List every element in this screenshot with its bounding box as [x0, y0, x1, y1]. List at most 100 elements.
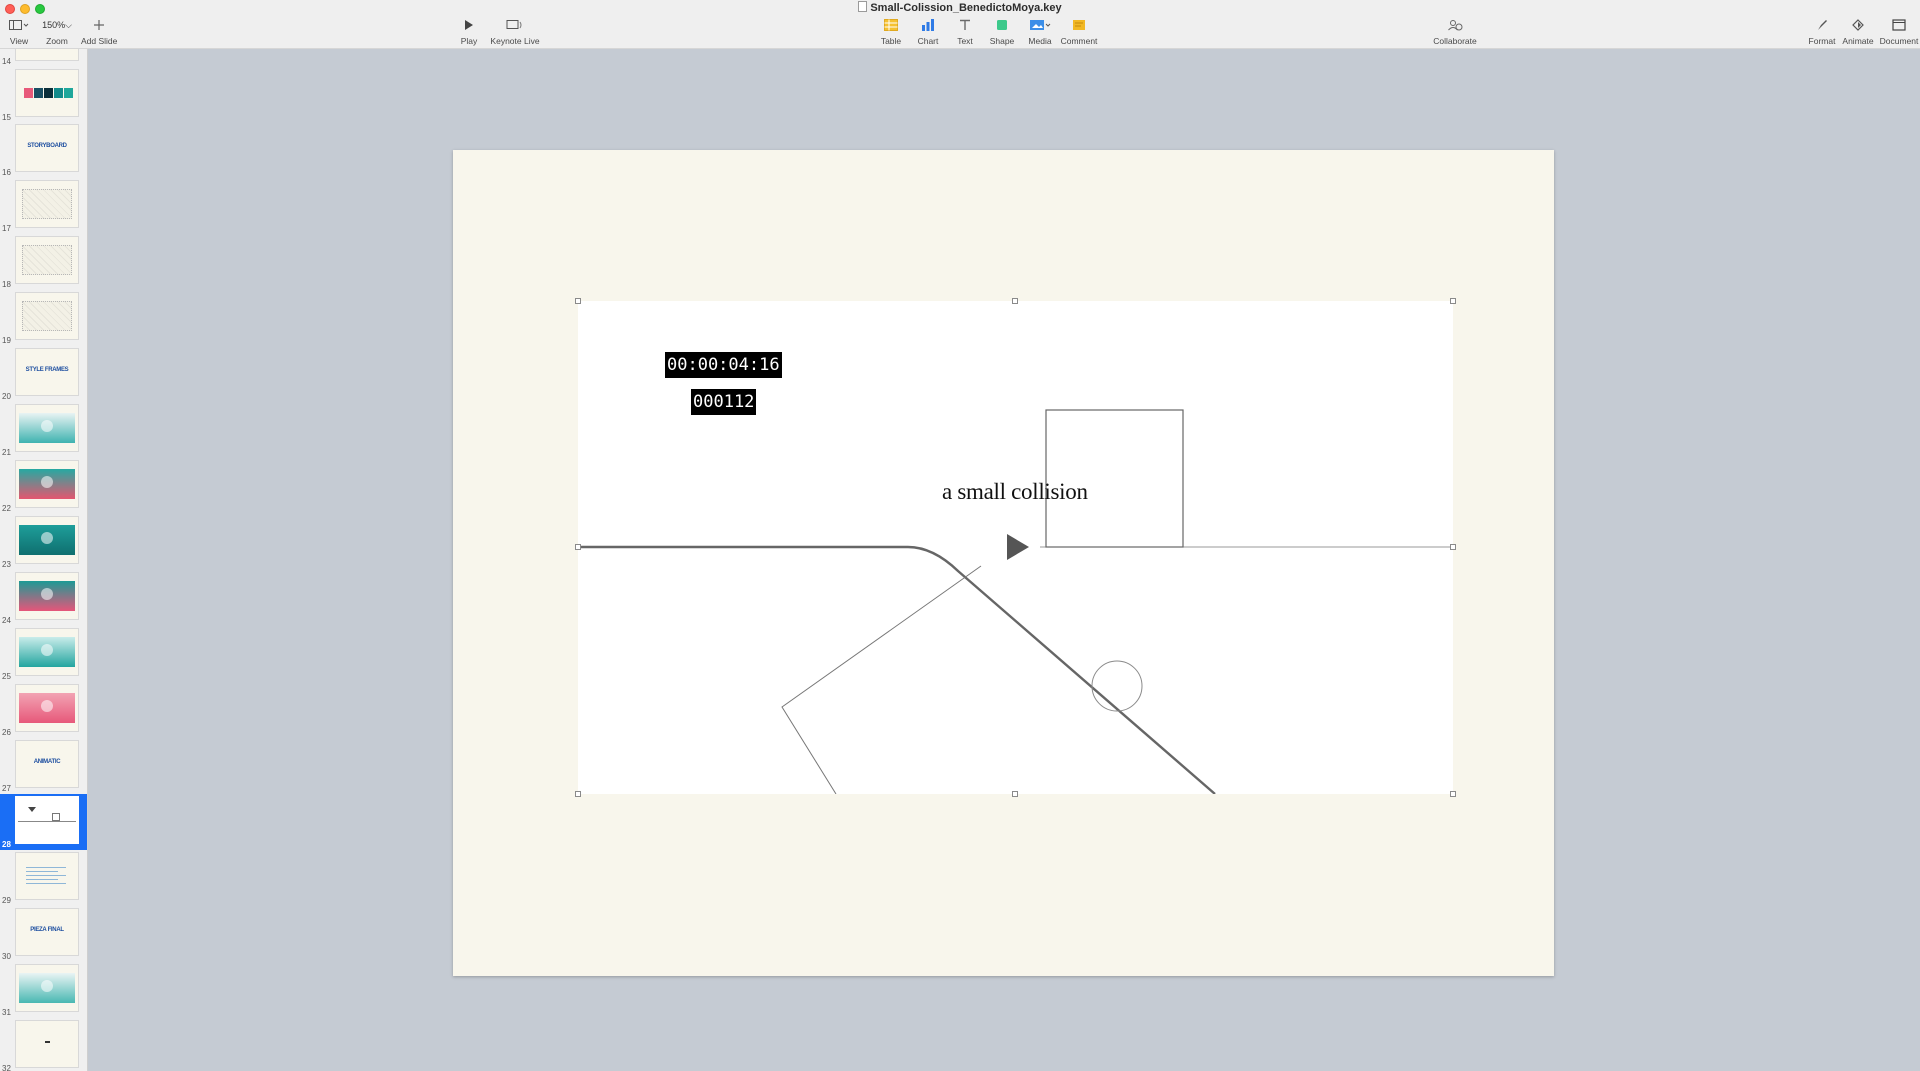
text-line	[26, 875, 66, 876]
slide-thumbnail-31[interactable]: 31	[0, 962, 87, 1018]
slide-number: 15	[2, 113, 11, 122]
slide-number: 24	[2, 616, 11, 625]
slide-thumbnail-19[interactable]: 19	[0, 290, 87, 346]
color-swatch	[24, 88, 33, 98]
sketch-image	[22, 245, 72, 275]
resize-handle-bottom-left[interactable]	[575, 791, 581, 797]
slide-number: 27	[2, 784, 11, 793]
slide-thumbnail-17[interactable]: 17	[0, 178, 87, 234]
slide-preview	[15, 236, 79, 284]
play-triangle-icon	[1007, 534, 1029, 560]
angled-line	[781, 565, 982, 794]
scene-image	[19, 525, 75, 555]
resize-handle-bottom[interactable]	[1012, 791, 1018, 797]
slide-thumbnail-26[interactable]: 26	[0, 682, 87, 738]
slide-thumbnail-28[interactable]: 28	[0, 794, 87, 850]
scene-object	[41, 532, 53, 544]
sketch-image	[22, 301, 72, 331]
keynote-live-icon	[490, 17, 540, 33]
view-button[interactable]: View	[8, 17, 30, 46]
color-swatch	[64, 88, 73, 98]
table-button[interactable]: Table	[878, 17, 904, 46]
format-brush-icon	[1808, 17, 1836, 33]
slide-thumbnail-14[interactable]: 14	[0, 49, 87, 67]
zoom-menu[interactable]: 150% ⌵ Zoom	[42, 17, 72, 47]
comment-button[interactable]: Comment	[1059, 17, 1099, 46]
slide-number: 19	[2, 336, 11, 345]
movie-media-object[interactable]: 00:00:04:16 000112	[578, 301, 1453, 794]
text-line	[26, 871, 58, 872]
slide-thumbnail-20[interactable]: 20 STYLE FRAMES	[0, 346, 87, 402]
text-line	[26, 879, 58, 880]
slide-title: a small collision	[942, 479, 1088, 504]
slide-preview	[15, 49, 79, 61]
sketch-image	[22, 189, 72, 219]
resize-handle-bottom-right[interactable]	[1450, 791, 1456, 797]
slide-thumbnail-29[interactable]: 29	[0, 850, 87, 906]
slide-preview-title: ANIMATIC	[33, 759, 61, 765]
slide-thumbnail-27[interactable]: 27 ANIMATIC	[0, 738, 87, 794]
zoom-value: 150%	[42, 20, 66, 30]
slide-number: 20	[2, 392, 11, 401]
document-icon	[1879, 17, 1919, 33]
circle-shape	[1091, 660, 1143, 712]
text-button[interactable]: Text	[952, 17, 978, 46]
document-button[interactable]: Document	[1879, 17, 1919, 46]
slide-number: 14	[2, 57, 11, 66]
media-icon	[1026, 17, 1054, 33]
slide-preview	[15, 180, 79, 228]
timecode-label: 00:00:04:16	[665, 352, 782, 378]
slide-preview: PIEZA FINAL	[15, 908, 79, 956]
collaborate-button[interactable]: Collaborate	[1432, 17, 1478, 46]
slide-preview	[15, 796, 79, 844]
slide-preview	[15, 460, 79, 508]
slide-number: 25	[2, 672, 11, 681]
format-button[interactable]: Format	[1808, 17, 1836, 46]
slide-preview: STORYBOARD	[15, 124, 79, 172]
resize-handle-left[interactable]	[575, 544, 581, 550]
scene-object	[41, 420, 53, 432]
slide-thumbnail-24[interactable]: 24	[0, 570, 87, 626]
small-mark	[45, 1041, 50, 1043]
plus-icon	[81, 17, 117, 33]
slide-preview	[15, 1020, 79, 1068]
slide-preview	[15, 852, 79, 900]
scene-object	[41, 588, 53, 600]
slide-navigator[interactable]: 14 15 16 STORYBOARD 17 18 19 20 STYLE FRAMES 21 22…	[0, 49, 88, 1071]
slide-number: 17	[2, 224, 11, 233]
slide-number: 32	[2, 1064, 11, 1071]
chart-button[interactable]: Chart	[915, 17, 941, 46]
play-button[interactable]: Play	[459, 17, 479, 46]
scene-object	[41, 700, 53, 712]
slide-preview-title: PIEZA FINAL	[30, 927, 64, 933]
animate-button[interactable]: Animate	[1842, 17, 1874, 46]
slide-number: 23	[2, 560, 11, 569]
slide-number: 26	[2, 728, 11, 737]
slide-thumbnail-16[interactable]: 16 STORYBOARD	[0, 122, 87, 178]
slide-number: 30	[2, 952, 11, 961]
resize-handle-right[interactable]	[1450, 544, 1456, 550]
resize-handle-top[interactable]	[1012, 298, 1018, 304]
scene-image	[19, 973, 75, 1003]
add-slide-button[interactable]: Add Slide	[81, 17, 117, 46]
slide-preview	[15, 404, 79, 452]
resize-handle-top-right[interactable]	[1450, 298, 1456, 304]
trajectory-line	[578, 545, 1216, 794]
color-swatch	[54, 88, 63, 98]
media-button[interactable]: Media	[1026, 17, 1054, 46]
slide-thumbnail-21[interactable]: 21	[0, 402, 87, 458]
slide-thumbnail-22[interactable]: 22	[0, 458, 87, 514]
resize-handle-top-left[interactable]	[575, 298, 581, 304]
shape-button[interactable]: Shape	[988, 17, 1016, 46]
slide-thumbnail-15[interactable]: 15	[0, 67, 87, 123]
slide-thumbnail-32[interactable]: 32	[0, 1018, 87, 1071]
slide-thumbnail-30[interactable]: 30 PIEZA FINAL	[0, 906, 87, 962]
keynote-live-button[interactable]: Keynote Live	[490, 17, 540, 46]
slide-thumbnail-23[interactable]: 23	[0, 514, 87, 570]
toolbar: Small-Colission_BenedictoMoya.key View 1…	[0, 0, 1920, 49]
slide-preview	[15, 628, 79, 676]
slide-thumbnail-25[interactable]: 25	[0, 626, 87, 682]
collaborate-icon	[1432, 17, 1478, 33]
slide-thumbnail-18[interactable]: 18	[0, 234, 87, 290]
window-title: Small-Colission_BenedictoMoya.key	[0, 1, 1920, 14]
